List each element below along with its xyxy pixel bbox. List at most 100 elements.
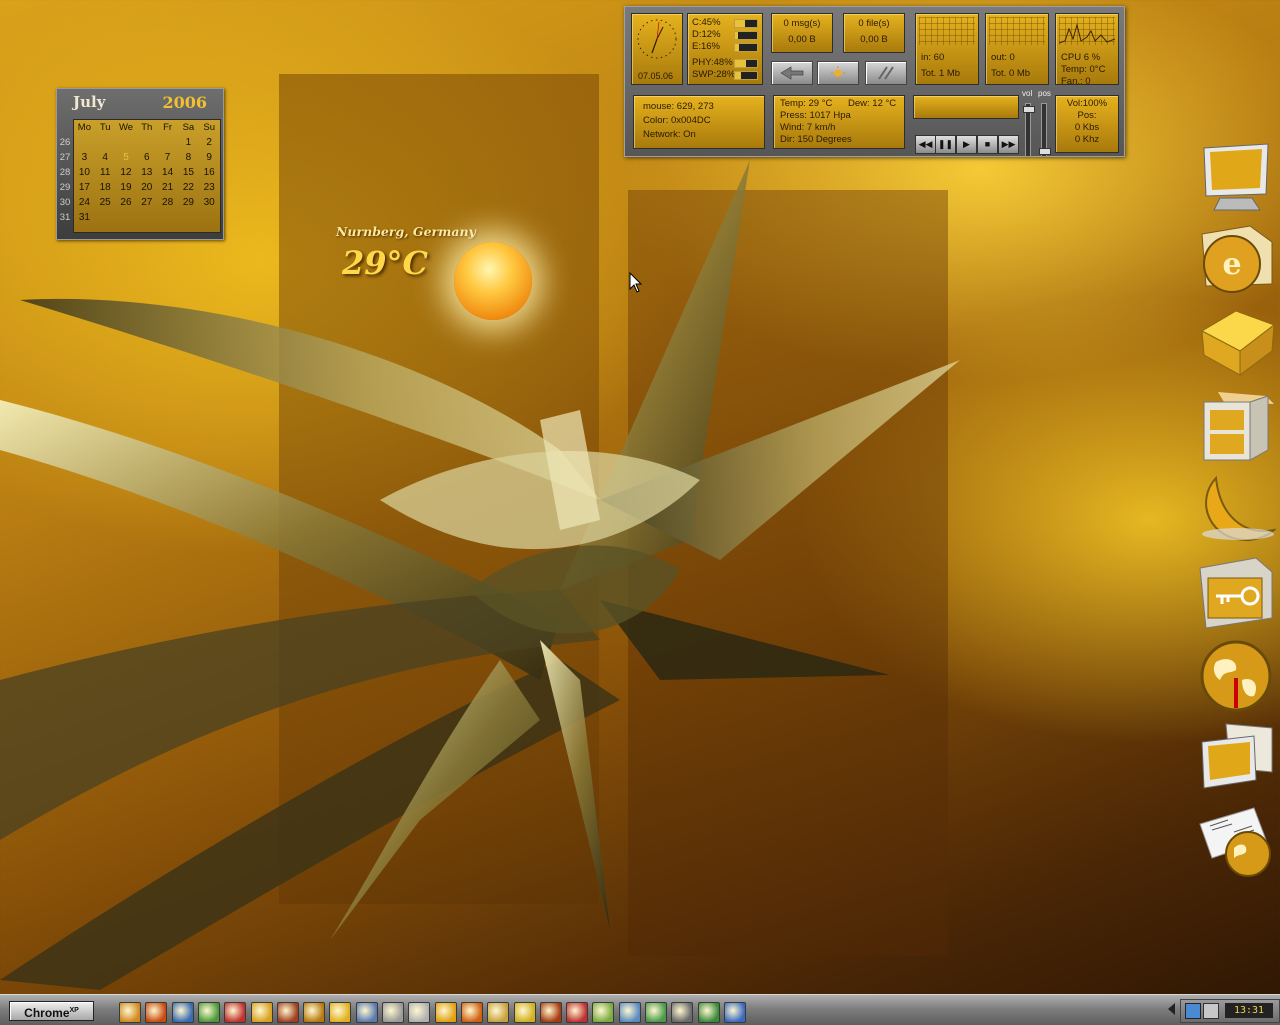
calendar-day[interactable]: 11: [95, 165, 116, 180]
my-computer-icon[interactable]: [1196, 140, 1276, 214]
quick-launch-icon[interactable]: [487, 1002, 510, 1023]
calendar-day[interactable]: [199, 210, 220, 225]
calendar-day[interactable]: 13: [136, 165, 157, 180]
play-button[interactable]: ▶: [956, 135, 977, 154]
globe-network-icon[interactable]: [1196, 640, 1276, 714]
calendar-day[interactable]: 21: [157, 180, 178, 195]
calendar-day[interactable]: 26: [116, 195, 137, 210]
calendar-day[interactable]: 15: [178, 165, 199, 180]
analog-clock-icon: [637, 19, 677, 59]
calendar-day[interactable]: 24: [74, 195, 95, 210]
quick-launch-icon[interactable]: [671, 1002, 694, 1023]
calendar-day[interactable]: 7: [157, 150, 178, 165]
taskbar-clock[interactable]: 13:31: [1225, 1003, 1273, 1018]
key-folder-icon[interactable]: [1196, 556, 1276, 630]
calendar-day[interactable]: 2: [199, 135, 220, 150]
quick-launch-icon[interactable]: [303, 1002, 326, 1023]
recycle-bin-icon[interactable]: [1196, 305, 1276, 379]
quick-launch-icon[interactable]: [276, 1002, 299, 1023]
calendar-day[interactable]: 22: [178, 180, 199, 195]
drive-d-bar: [734, 31, 758, 40]
calendar-day[interactable]: [157, 210, 178, 225]
quick-launch-icon[interactable]: [171, 1002, 194, 1023]
forward-button[interactable]: ▶▶: [998, 135, 1019, 154]
calendar-day[interactable]: [116, 210, 137, 225]
weather-refresh-button[interactable]: [817, 61, 859, 85]
calendar-day[interactable]: 4: [95, 150, 116, 165]
calendar-day[interactable]: 30: [199, 195, 220, 210]
calendar-day[interactable]: 23: [199, 180, 220, 195]
calendar-day[interactable]: 31: [74, 210, 95, 225]
calendar-day[interactable]: 25: [95, 195, 116, 210]
quick-launch-icon[interactable]: [145, 1002, 168, 1023]
moon-icon[interactable]: [1196, 472, 1278, 546]
pause-button[interactable]: ❚❚: [935, 135, 956, 154]
quick-launch-icon[interactable]: [592, 1002, 615, 1023]
quick-launch-icon[interactable]: [197, 1002, 220, 1023]
calendar-day[interactable]: 16: [199, 165, 220, 180]
quick-launch-icon[interactable]: [224, 1002, 247, 1023]
tray-volume-icon[interactable]: [1203, 1003, 1219, 1019]
quick-launch-icon[interactable]: [355, 1002, 378, 1023]
calendar-day[interactable]: [95, 210, 116, 225]
calendar-day[interactable]: 9: [199, 150, 220, 165]
quick-launch-icon[interactable]: [460, 1002, 483, 1023]
calendar-day[interactable]: [157, 135, 178, 150]
quick-launch-icon[interactable]: [382, 1002, 404, 1023]
stripes-button[interactable]: [865, 61, 907, 85]
calendar-widget: July 2006 26 27 28 29 30 31 Mo Tu We Th …: [56, 88, 224, 240]
mail-box[interactable]: 0 msg(s) 0,00 B: [771, 13, 833, 53]
start-button[interactable]: ChromeXP: [9, 1001, 94, 1021]
rewind-button[interactable]: ◀◀: [915, 135, 936, 154]
volume-slider-knob[interactable]: [1023, 106, 1035, 113]
quick-launch-icon[interactable]: [618, 1002, 641, 1023]
calendar-day[interactable]: 8: [178, 150, 199, 165]
calendar-day[interactable]: 3: [74, 150, 95, 165]
files-box[interactable]: 0 file(s) 0,00 B: [843, 13, 905, 53]
calendar-day[interactable]: 5: [116, 150, 137, 165]
quick-launch-icon[interactable]: [408, 1002, 431, 1023]
quick-launch-icon[interactable]: [250, 1002, 273, 1023]
weather-detail-box: Temp: 29 °C Dew: 12 °C Press: 1017 Hpa W…: [773, 95, 905, 149]
calendar-day[interactable]: 12: [116, 165, 137, 180]
stop-button[interactable]: ■: [977, 135, 998, 154]
quick-launch-icon[interactable]: [723, 1002, 746, 1023]
position-slider[interactable]: [1039, 103, 1051, 157]
calendar-day[interactable]: [95, 135, 116, 150]
calendar-day[interactable]: 27: [136, 195, 157, 210]
calendar-day[interactable]: 10: [74, 165, 95, 180]
calendar-day[interactable]: 20: [136, 180, 157, 195]
internet-explorer-folder-icon[interactable]: e: [1196, 224, 1276, 298]
calendar-day[interactable]: [136, 210, 157, 225]
calendar-day[interactable]: 1: [178, 135, 199, 150]
quick-launch-icon[interactable]: [513, 1002, 536, 1023]
calendar-header: July 2006: [57, 89, 223, 115]
calendar-day[interactable]: [116, 135, 137, 150]
quick-launch-icon[interactable]: [645, 1002, 667, 1023]
quick-launch-icon[interactable]: [697, 1002, 720, 1023]
back-button[interactable]: [771, 61, 813, 85]
position-slider-knob[interactable]: [1039, 148, 1051, 155]
filing-cabinet-icon[interactable]: [1196, 388, 1276, 462]
calendar-day[interactable]: 14: [157, 165, 178, 180]
calendar-day[interactable]: [136, 135, 157, 150]
calendar-day[interactable]: 18: [95, 180, 116, 195]
calendar-day[interactable]: [74, 135, 95, 150]
calendar-day[interactable]: 6: [136, 150, 157, 165]
calendar-day[interactable]: 29: [178, 195, 199, 210]
tray-network-icon[interactable]: [1185, 1003, 1201, 1019]
computer-folder-icon[interactable]: [1196, 722, 1276, 796]
calendar-day[interactable]: 28: [157, 195, 178, 210]
quick-launch-icon[interactable]: [329, 1002, 352, 1023]
quick-launch-icon[interactable]: [539, 1002, 562, 1023]
calendar-day[interactable]: [178, 210, 199, 225]
calendar-day[interactable]: 19: [116, 180, 137, 195]
quick-launch-icon[interactable]: [566, 1002, 589, 1023]
mail-globe-icon[interactable]: [1196, 806, 1276, 880]
sun-icon: [454, 242, 532, 320]
quick-launch-icon[interactable]: [434, 1002, 457, 1023]
quick-launch-icon[interactable]: [119, 1002, 141, 1023]
tray-expand-icon[interactable]: [1168, 1003, 1175, 1015]
calendar-day[interactable]: 17: [74, 180, 95, 195]
volume-slider[interactable]: [1023, 103, 1035, 157]
